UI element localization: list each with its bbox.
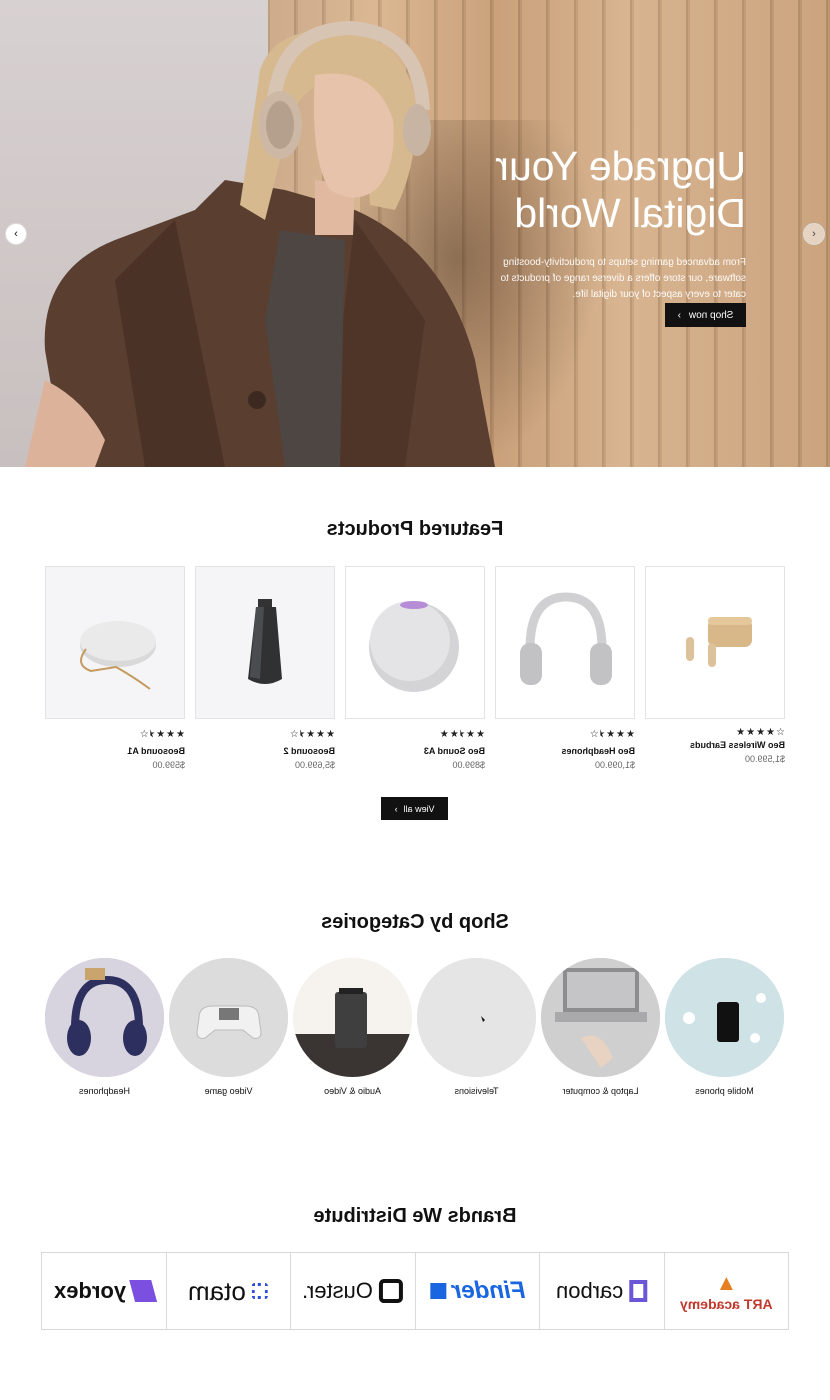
- hero-copy: Upgrade Your Digital World From advanced…: [446, 143, 746, 303]
- product-card[interactable]: ★★★⯨☆ Beosound A1 $599.00: [45, 566, 185, 770]
- chevron-right-icon: ›: [812, 228, 816, 240]
- product-price: $1,099.00: [594, 760, 635, 770]
- product-image[interactable]: [495, 566, 635, 719]
- category-mobile-phones[interactable]: Mobile phones: [665, 958, 784, 1096]
- brand-yordex[interactable]: yordex: [42, 1253, 167, 1329]
- category-label: Laptop & computer: [562, 1086, 639, 1096]
- category-label: Mobile phones: [695, 1086, 754, 1096]
- product-price: $599.00: [152, 760, 185, 770]
- product-price: $899.00: [452, 760, 485, 770]
- category-label: Televisions: [454, 1086, 499, 1096]
- carousel-prev-button[interactable]: ‹: [5, 223, 27, 245]
- view-all-button[interactable]: View all ›: [381, 797, 448, 820]
- product-price: $5,699.00: [294, 760, 335, 770]
- hero-subtitle: From advanced gaming setups to productiv…: [500, 257, 747, 300]
- hero-banner: Upgrade Your Digital World From advanced…: [0, 0, 830, 467]
- art-academy-logo-icon: ▲: [715, 1270, 738, 1295]
- product-card[interactable]: ☆★★★★ Beo Wireless Earbuds $1,599.00: [645, 566, 785, 764]
- featured-products-grid: ★★★⯨☆ Beosound A1 $599.00 ★★★⯨☆ Beosound…: [45, 566, 785, 770]
- shop-now-label: Shop now: [688, 309, 734, 321]
- category-headphones[interactable]: Headphones: [45, 958, 164, 1096]
- product-rating: ★★★⯨☆: [288, 729, 335, 740]
- product-image[interactable]: [345, 566, 485, 719]
- hero-title-line2: Digital World: [514, 190, 746, 236]
- product-rating: ★★★⯨☆: [588, 729, 635, 740]
- product-price: $1,599.00: [744, 754, 785, 764]
- shop-now-button[interactable]: Shop now ›: [665, 303, 746, 327]
- hero-title: Upgrade Your Digital World: [446, 143, 746, 237]
- product-name[interactable]: Beosound 2: [195, 746, 335, 756]
- product-rating: ★★⯨★★: [438, 729, 485, 740]
- carousel-next-button[interactable]: ›: [803, 223, 825, 245]
- hero-title-line1: Upgrade Your: [495, 143, 746, 189]
- category-televisions[interactable]: Televisions: [417, 958, 536, 1096]
- brand-label: carbon: [556, 1278, 624, 1303]
- product-name[interactable]: Beosound A1: [45, 746, 185, 756]
- yordex-logo-icon: [128, 1280, 157, 1302]
- category-label: Headphones: [78, 1086, 131, 1096]
- product-rating: ☆★★★★: [735, 727, 785, 738]
- featured-products-title: Featured Products: [326, 518, 504, 540]
- brand-label: Ouster.: [302, 1278, 374, 1303]
- brand-art-academy[interactable]: ▲ ART academy: [665, 1253, 789, 1329]
- product-name[interactable]: Beo Sound A3: [345, 746, 485, 756]
- chevron-left-icon: ‹: [14, 228, 18, 240]
- category-image[interactable]: [169, 958, 288, 1077]
- otam-logo-icon: [252, 1283, 269, 1299]
- chevron-right-icon: ›: [677, 309, 681, 321]
- brand-ouster[interactable]: Ouster.: [291, 1253, 416, 1329]
- category-label: Audio & Video: [324, 1086, 381, 1096]
- product-name[interactable]: Beo Headphones: [495, 746, 635, 756]
- category-audio-video[interactable]: Audio & Video: [293, 958, 412, 1096]
- categories-title: Shop by Categories: [321, 911, 509, 933]
- category-image[interactable]: [417, 958, 536, 1077]
- product-image[interactable]: [45, 566, 185, 719]
- brands-strip: yordex otam Ouster. Finder carbon ▲ ART …: [41, 1252, 789, 1330]
- ouster-logo-icon: [379, 1279, 404, 1303]
- brand-label: yordex: [53, 1278, 126, 1303]
- category-laptop-computer[interactable]: Laptop & computer: [541, 958, 660, 1096]
- brands-title: Brands We Distribute: [313, 1205, 517, 1227]
- product-card[interactable]: ★★⯨★★ Beo Sound A3 $899.00: [345, 566, 485, 770]
- chevron-right-icon: ›: [394, 803, 398, 814]
- brand-otam[interactable]: otam: [167, 1253, 291, 1329]
- category-label: Video game: [204, 1086, 253, 1096]
- product-name[interactable]: Beo Wireless Earbuds: [645, 740, 785, 750]
- view-all-label: View all: [403, 803, 435, 814]
- brand-label: ART academy: [679, 1296, 773, 1312]
- category-image[interactable]: [293, 958, 412, 1077]
- product-card[interactable]: ★★★⯨☆ Beo Headphones $1,099.00: [495, 566, 635, 770]
- category-video-game[interactable]: Video game: [169, 958, 288, 1096]
- product-rating: ★★★⯨☆: [138, 729, 185, 740]
- brand-carbon[interactable]: carbon: [540, 1253, 665, 1329]
- category-image[interactable]: [665, 958, 784, 1077]
- brand-label: otam: [188, 1275, 247, 1306]
- product-image[interactable]: [645, 566, 785, 719]
- categories-row: Headphones Video game Audio & Video Tele…: [45, 958, 785, 1108]
- hero-model-image: [25, 20, 495, 467]
- category-image[interactable]: [45, 958, 164, 1077]
- carbon-logo-icon: [629, 1280, 648, 1302]
- brand-label: Finder: [451, 1277, 525, 1304]
- category-image[interactable]: [541, 958, 660, 1077]
- brand-finder[interactable]: Finder: [416, 1253, 540, 1329]
- finder-logo-icon: [429, 1283, 446, 1299]
- product-image[interactable]: [195, 566, 335, 719]
- product-card[interactable]: ★★★⯨☆ Beosound 2 $5,699.00: [195, 566, 335, 770]
